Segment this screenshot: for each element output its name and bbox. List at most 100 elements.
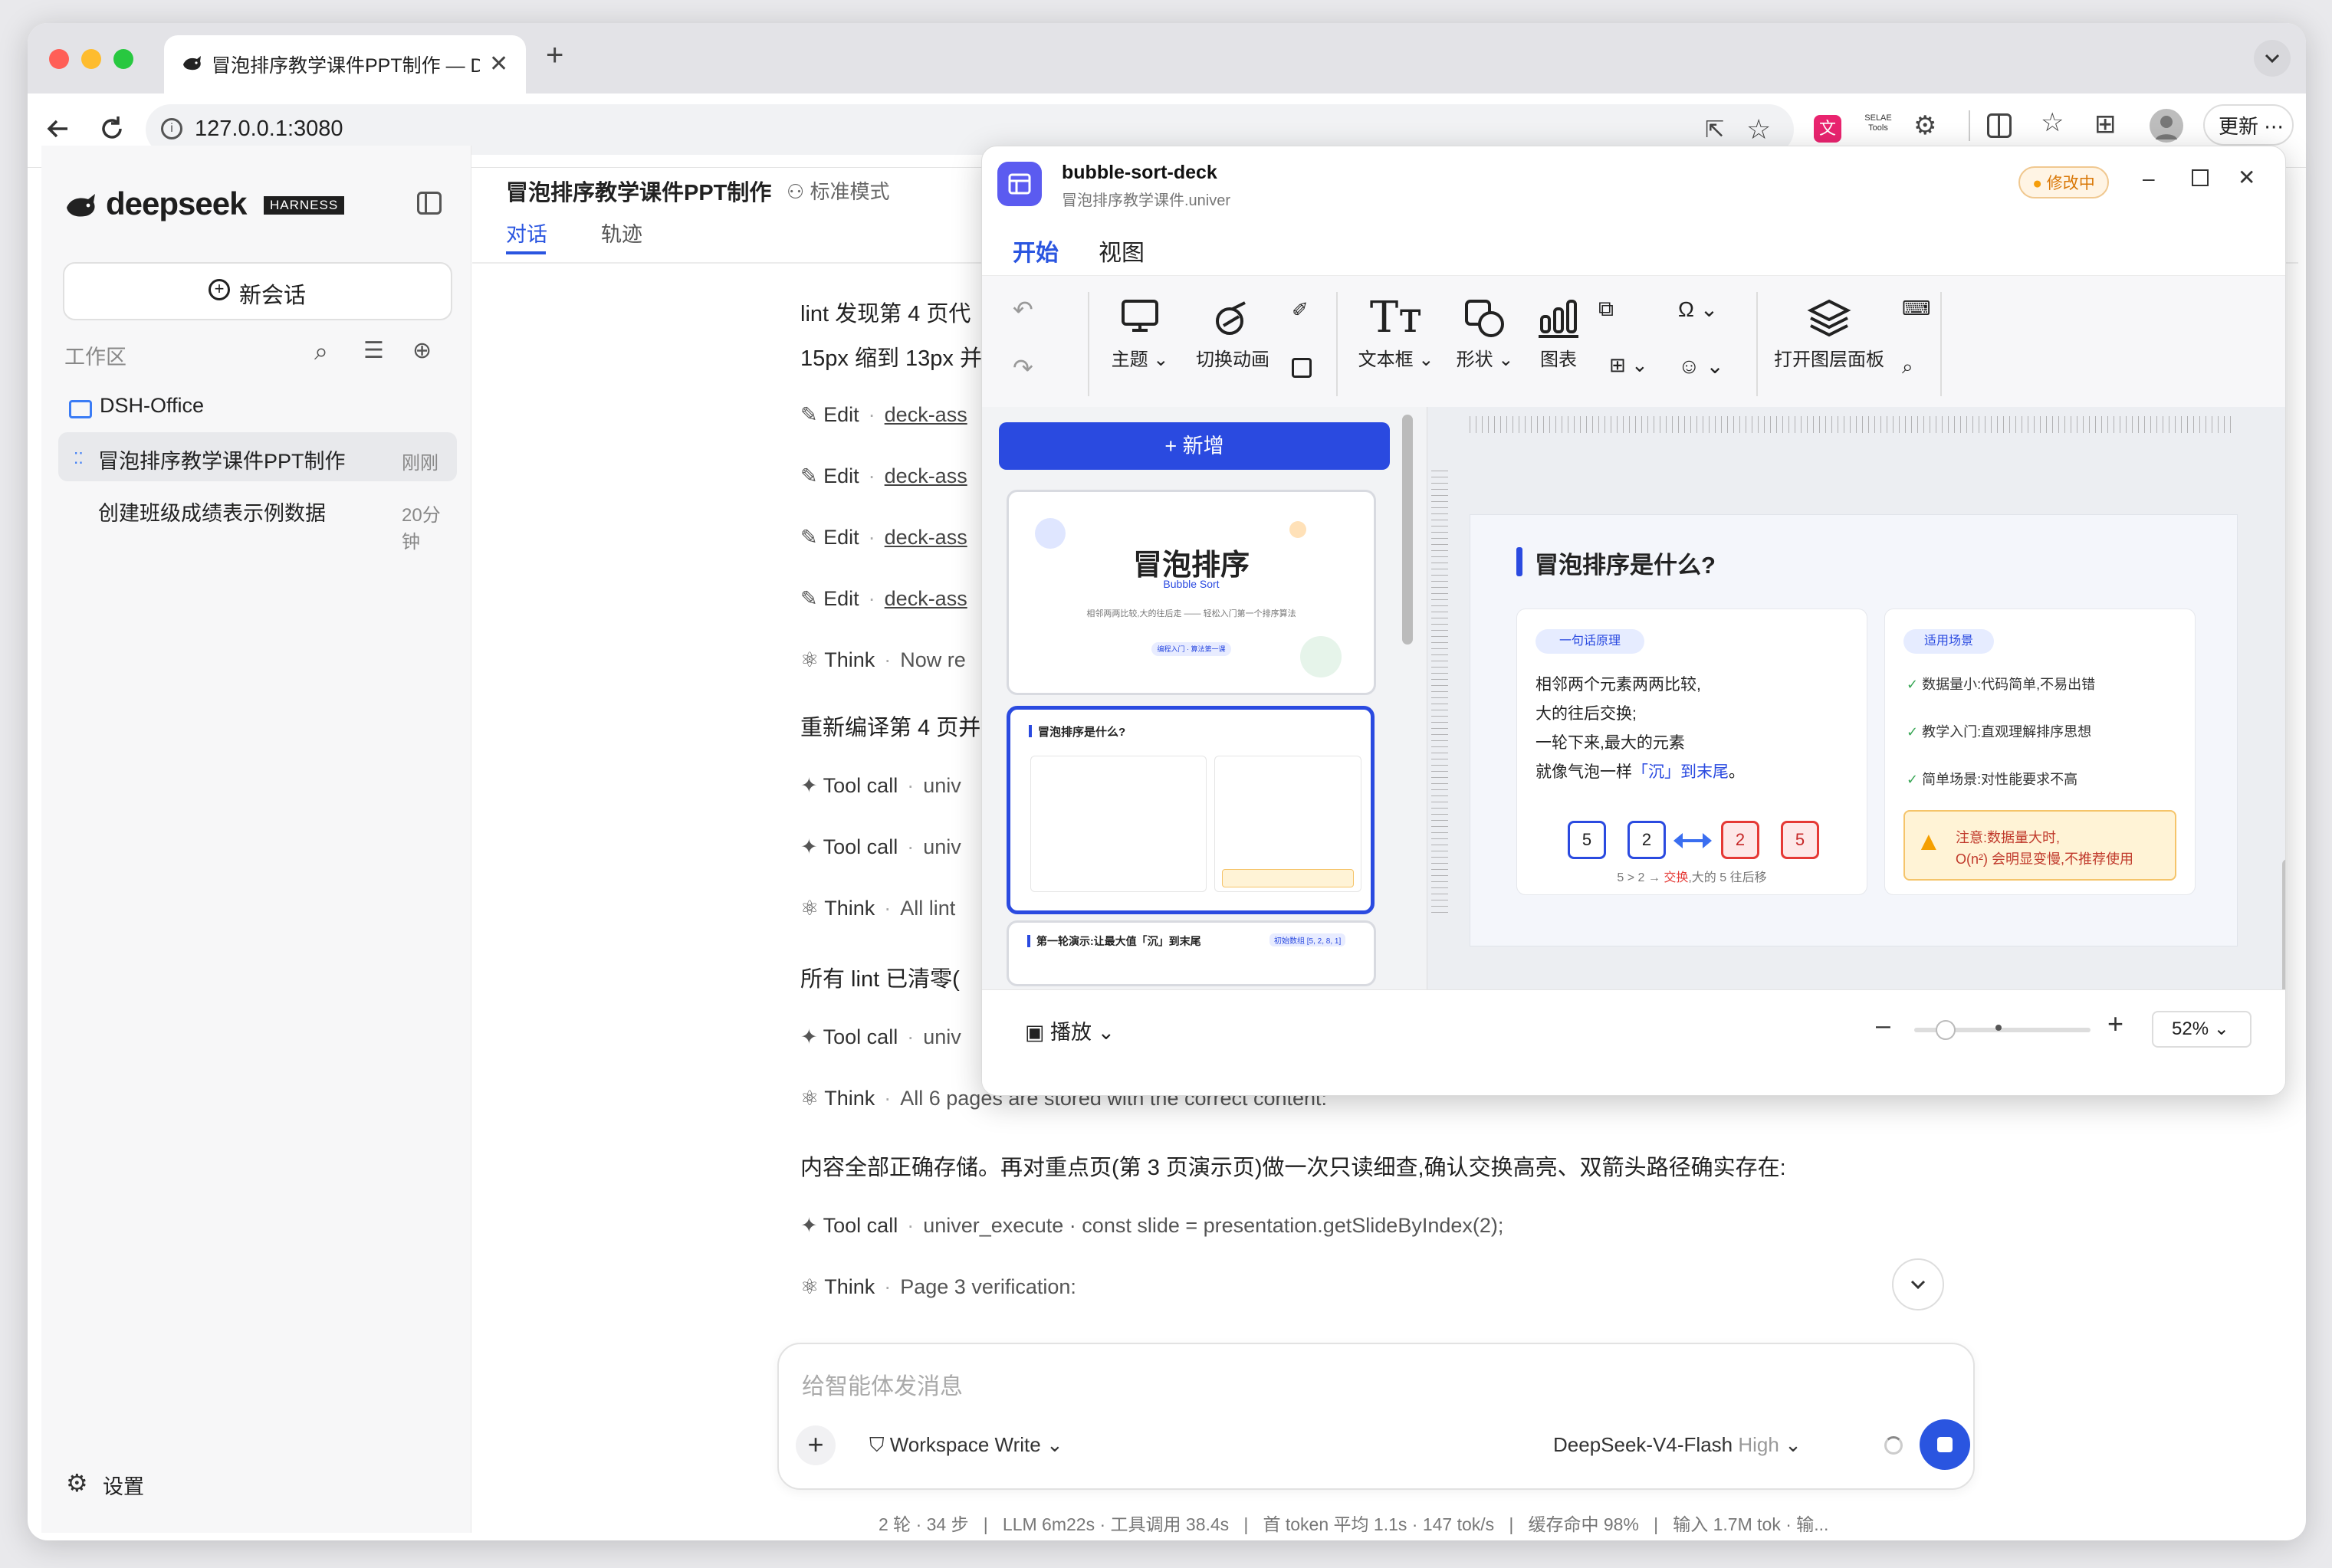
undo-icon[interactable]: ↶ xyxy=(1013,295,1033,324)
zoom-out-icon[interactable]: – xyxy=(1876,1011,1890,1041)
tool-call-step[interactable]: ✦ Tool call · univ xyxy=(800,1025,961,1049)
zoom-slider-handle[interactable] xyxy=(1936,1020,1956,1040)
canvas-scrollbar[interactable] xyxy=(2282,859,2285,997)
scroll-down-button[interactable] xyxy=(1892,1258,1944,1310)
find-replace-icon[interactable]: ⌕ xyxy=(1902,355,1913,379)
close-tab-icon[interactable]: ✕ xyxy=(489,51,508,77)
maximize-window-button[interactable] xyxy=(113,49,133,69)
zoom-select[interactable]: 52% ⌄ xyxy=(2152,1011,2252,1048)
format-painter-icon[interactable]: ✐ xyxy=(1292,298,1309,322)
new-chat-button[interactable]: + 新会话 xyxy=(63,262,452,320)
settings-label[interactable]: 设置 xyxy=(103,1470,144,1500)
close-icon[interactable]: ✕ xyxy=(2238,165,2255,190)
filter-icon[interactable]: ☰ xyxy=(363,337,384,364)
browser-tab[interactable]: 冒泡排序教学课件PPT制作 — DeepSeek ✕ xyxy=(164,35,526,93)
emoji-icon[interactable]: ☺ ⌄ xyxy=(1678,353,1724,379)
menu-tab-start[interactable]: 开始 xyxy=(1013,234,1059,267)
message-input[interactable]: 给智能体发消息 xyxy=(802,1367,963,1401)
think-step[interactable]: ⚛ Think · Now re xyxy=(800,648,966,672)
permission-selector[interactable]: ⛉ Workspace Write ⌄ xyxy=(869,1433,1063,1458)
textbox-button[interactable]: Tт 文本框 ⌄ xyxy=(1358,297,1434,371)
think-step[interactable]: ⚛ Think · Page 3 verification: xyxy=(800,1275,1076,1299)
menu-tab-view[interactable]: 视图 xyxy=(1099,234,1145,267)
extension-translate-icon[interactable]: 文 xyxy=(1814,115,1841,143)
thumbnails-scrollbar[interactable] xyxy=(1402,415,1413,645)
tab-trace[interactable]: 轨迹 xyxy=(601,218,642,248)
note-icon[interactable] xyxy=(1292,358,1312,378)
thumb-desc: 相邻两两比较,大的往后走 —— 轻松入门第一个排序算法 xyxy=(1086,609,1296,618)
mode-indicator[interactable]: ⚇ 标准模式 xyxy=(787,176,890,205)
table-icon[interactable]: ⊞ ⌄ xyxy=(1609,353,1648,377)
tool-call-step[interactable]: ✦ Tool call · univ xyxy=(800,835,961,859)
slide-thumbnail-2[interactable]: 冒泡排序是什么? xyxy=(1007,706,1375,914)
slide-thumbnail-1[interactable]: 冒泡排序 Bubble Sort 相邻两两比较,大的往后走 —— 轻松入门第一个… xyxy=(1007,490,1376,695)
whale-favicon-icon xyxy=(181,52,204,75)
extension-tools-icon[interactable]: SELAE Tools xyxy=(1863,113,1894,133)
extensions-puzzle-icon[interactable]: ⚙ xyxy=(1913,110,1936,141)
slide-thumbnail-3[interactable]: 第一轮演示:让最大值「沉」到末尾 初始数组 [5, 2, 8, 1] xyxy=(1007,920,1376,986)
session-item-active[interactable]: ⁚⁚ 冒泡排序教学课件PPT制作 刚刚 xyxy=(58,432,457,481)
back-icon[interactable] xyxy=(41,112,75,146)
edit-step[interactable]: ✎ Edit · deck-ass xyxy=(800,587,967,611)
url-text[interactable]: 127.0.0.1:3080 xyxy=(195,116,343,142)
reload-icon[interactable] xyxy=(95,112,129,146)
edit-step[interactable]: ✎ Edit · deck-ass xyxy=(800,526,967,549)
collections-icon[interactable]: ⊞ xyxy=(2094,109,2117,139)
info-icon[interactable]: i xyxy=(161,118,182,139)
folder-name[interactable]: DSH-Office xyxy=(100,394,204,418)
scenario-card: 适用场景 ✓ 数据量小:代码简单,不易出错 ✓ 教学入门:直观理解排序思想 ✓ … xyxy=(1884,609,2196,895)
split-view-icon[interactable] xyxy=(1987,113,2012,138)
redo-icon[interactable]: ↷ xyxy=(1013,353,1033,382)
tool-call-step[interactable]: ✦ Tool call · univer_execute · const slide… xyxy=(800,1214,1503,1238)
theme-button[interactable]: 主题 ⌄ xyxy=(1111,297,1169,371)
tab-search-button[interactable] xyxy=(2254,40,2291,77)
add-slide-button[interactable]: + 新增 xyxy=(999,422,1390,470)
model-name: DeepSeek-V4-Flash xyxy=(1553,1433,1733,1456)
session-time: 刚刚 xyxy=(402,453,438,474)
favorites-icon[interactable]: ☆ xyxy=(2041,107,2064,138)
new-tab-icon[interactable]: + xyxy=(546,40,563,71)
search-icon[interactable]: ⌕ xyxy=(314,337,328,366)
attach-button[interactable]: + xyxy=(796,1425,836,1465)
thumb-title: 冒泡排序是什么? xyxy=(1038,726,1126,739)
caption-part: 5 > 2 → xyxy=(1617,871,1664,884)
shape-button[interactable]: 形状 ⌄ xyxy=(1453,297,1517,371)
new-folder-icon[interactable]: ⊕ xyxy=(412,337,432,364)
chart-button[interactable]: 图表 xyxy=(1531,297,1586,371)
warning-box: ▲ 注意:数据量大时, O(n²) 会明显变慢,不推荐使用 xyxy=(1903,810,2176,881)
step-detail: univ xyxy=(923,774,961,797)
maximize-icon[interactable] xyxy=(2192,169,2209,186)
textbox-label: 文本框 ⌄ xyxy=(1358,349,1434,370)
tool-call-step[interactable]: ✦ Tool call · univ xyxy=(800,774,961,798)
principle-tag: 一句话原理 xyxy=(1536,629,1644,654)
session-item[interactable]: 创建班级成绩表示例数据 20分钟 xyxy=(58,484,457,553)
minimize-icon[interactable]: – xyxy=(2143,166,2155,191)
shape-icon xyxy=(1465,300,1504,337)
model-selector[interactable]: DeepSeek-V4-Flash High ⌄ xyxy=(1553,1433,1802,1457)
update-button[interactable]: 更新 ⋯ xyxy=(2203,104,2294,146)
slide-main[interactable]: 冒泡排序是什么? 一句话原理 相邻两个元素两两比较, 大的往后交换; 一轮下来,… xyxy=(1470,514,2238,946)
stop-icon xyxy=(1937,1437,1953,1452)
insert-image-icon[interactable]: ⧉ xyxy=(1598,297,1614,322)
layers-panel-button[interactable]: 打开图层面板 xyxy=(1772,297,1887,371)
think-step[interactable]: ⚛ Think · All lint xyxy=(800,897,955,920)
bookmark-star-icon[interactable]: ☆ xyxy=(1746,113,1771,146)
toggle-sidebar-icon[interactable] xyxy=(417,192,442,215)
tab-dialog[interactable]: 对话 xyxy=(506,218,547,248)
profile-avatar[interactable] xyxy=(2150,109,2183,143)
presentation-icon: ▣ xyxy=(1025,1021,1051,1044)
transition-button[interactable]: 切换动画 xyxy=(1191,297,1275,371)
share-icon[interactable]: ⇱ xyxy=(1705,116,1724,143)
settings-gear-icon[interactable]: ⚙ xyxy=(66,1468,88,1497)
edit-step[interactable]: ✎ Edit · deck-ass xyxy=(800,464,967,488)
keyboard-icon[interactable]: ⌨ xyxy=(1902,297,1931,320)
zoom-in-icon[interactable]: + xyxy=(2107,1008,2123,1040)
play-button[interactable]: ▣ 播放 ⌄ xyxy=(1025,1015,1115,1045)
sidebar: deepseek HARNESS + 新会话 工作区 ⌕ ☰ ⊕ DSH-Off… xyxy=(41,146,471,1533)
stop-button[interactable] xyxy=(1920,1419,1970,1470)
minimize-window-button[interactable] xyxy=(81,49,101,69)
edit-step[interactable]: ✎ Edit · deck-ass xyxy=(800,403,967,427)
close-window-button[interactable] xyxy=(49,49,69,69)
ribbon-divider xyxy=(1756,292,1758,396)
special-char-icon[interactable]: Ω ⌄ xyxy=(1678,297,1718,322)
